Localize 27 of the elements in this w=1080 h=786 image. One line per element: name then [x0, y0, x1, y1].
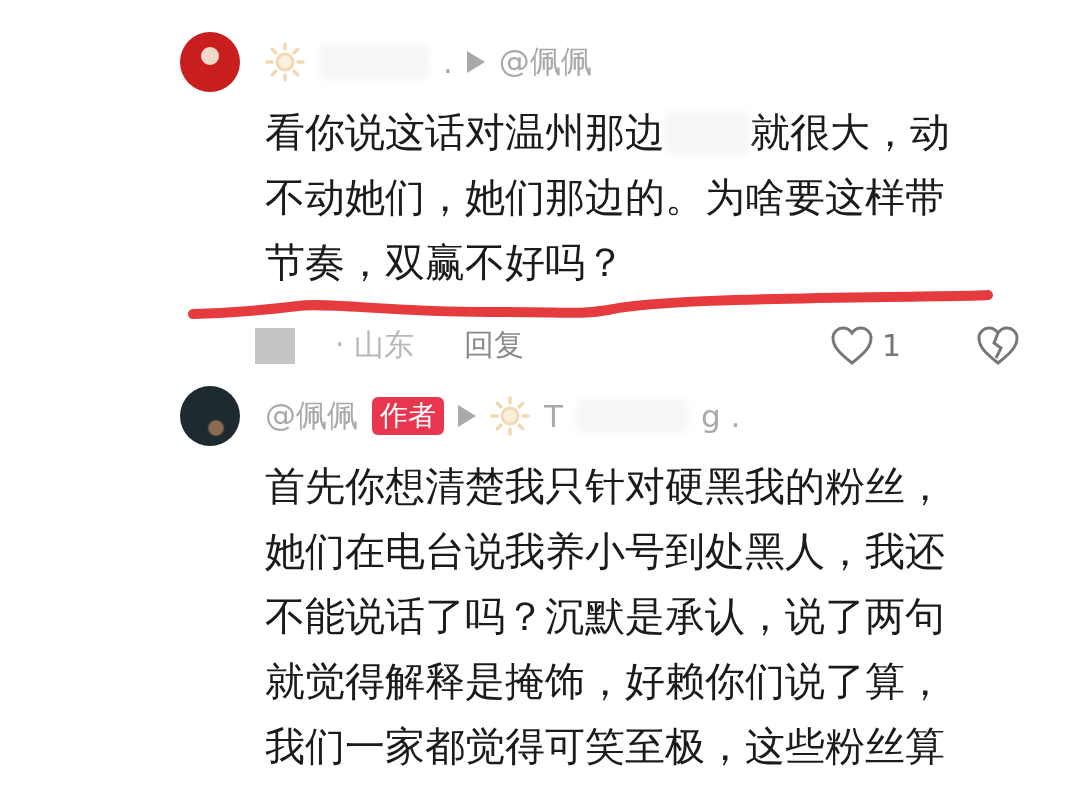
comment-text: 节奏，双赢不好吗？: [265, 238, 625, 287]
header-text: .: [443, 44, 453, 80]
header-text: @佩佩: [265, 396, 358, 435]
comment-text: 不动她们，她们那边的。为啥要这样带: [265, 173, 945, 222]
avatar: [180, 386, 240, 446]
sun-icon: [490, 396, 530, 436]
header-text: g .: [700, 398, 741, 434]
play-arrow-icon: [458, 405, 476, 427]
location-text: · 山东: [335, 326, 415, 364]
comment-text: 我们一家都觉得可笑至极，这些粉丝算: [265, 722, 945, 771]
like-count: 1: [881, 328, 901, 363]
reply-link[interactable]: 回复: [464, 325, 525, 366]
header-text: @佩佩: [498, 42, 592, 81]
broken-heart-icon[interactable]: [976, 325, 1020, 366]
comment-text: 就觉得解释是掩饰，好赖你们说了算，: [265, 657, 945, 706]
header-text: T: [544, 398, 563, 434]
comment-text: 她们在电台说我养小号到处黑人，我还: [265, 527, 945, 576]
comment-text: 就很大，动: [750, 108, 950, 157]
sun-icon: [265, 42, 305, 82]
comment-text: 不能说话了吗？沉默是承认，说了两句: [265, 592, 945, 641]
comment-text: 首先你想清楚我只针对硬黑我的粉丝，: [265, 462, 945, 511]
author-badge: 作者: [372, 397, 444, 435]
blurred-block: [255, 327, 295, 364]
comment-text: 看你说这话对温州那边: [265, 108, 665, 157]
avatar: [180, 32, 240, 92]
play-arrow-icon: [466, 51, 485, 73]
heart-icon[interactable]: [829, 325, 874, 366]
